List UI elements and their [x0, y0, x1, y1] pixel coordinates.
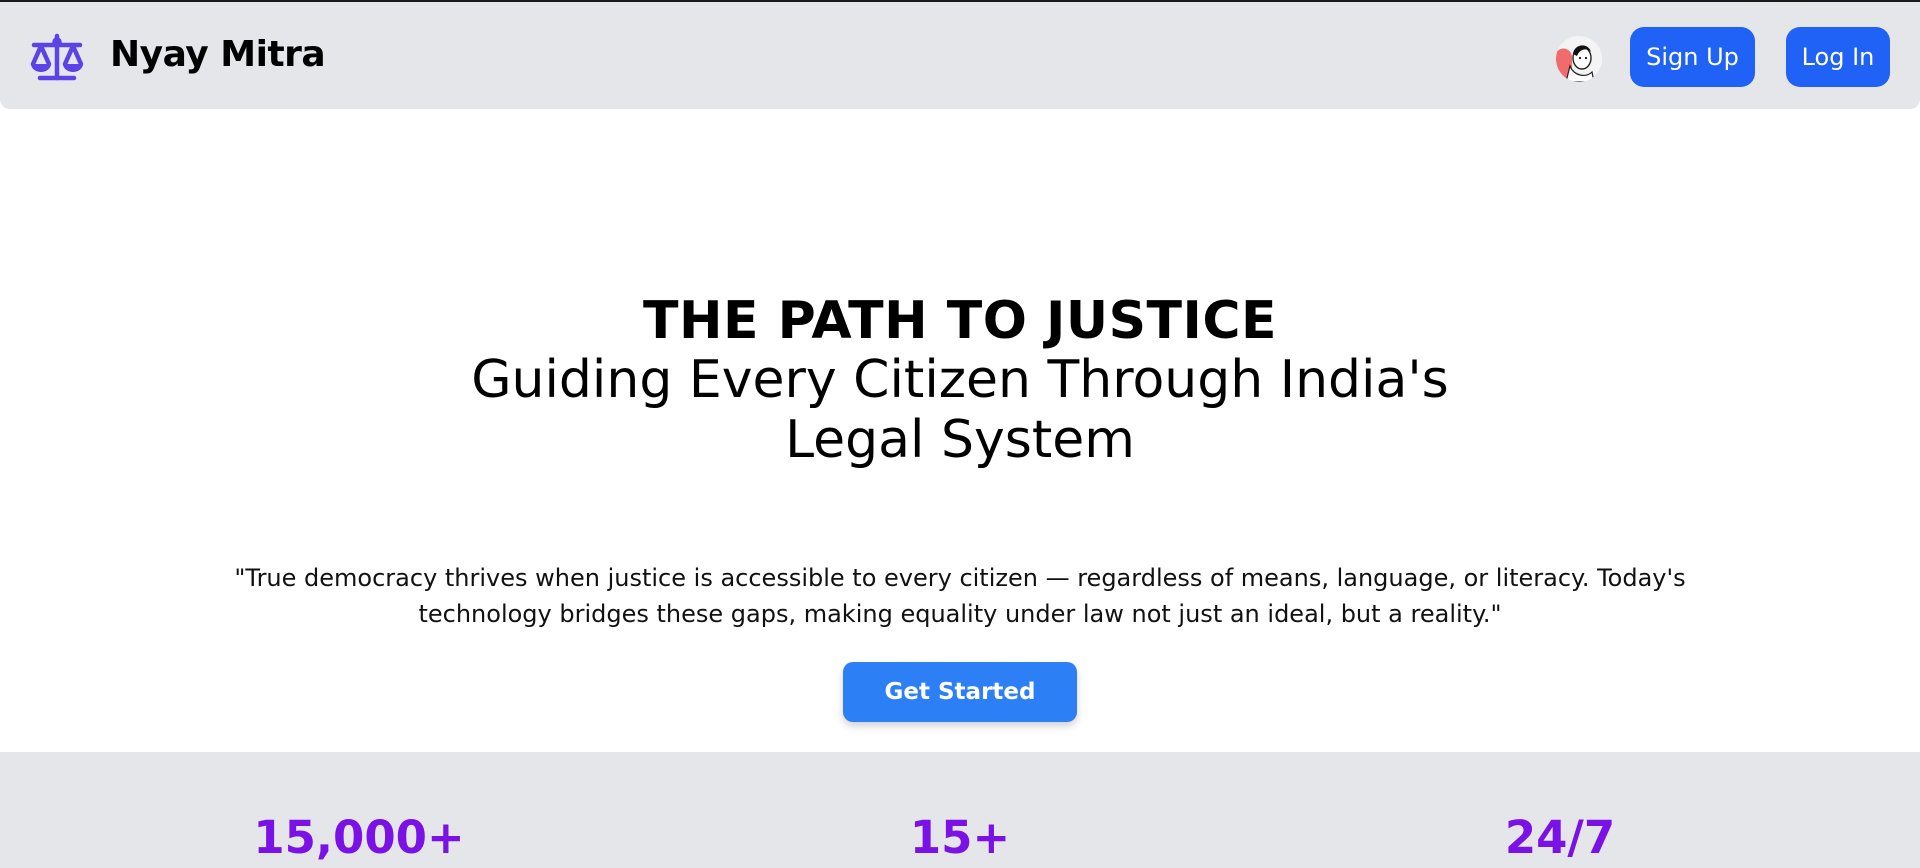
stat-value: 24/7: [1504, 811, 1616, 864]
stat-value: 15+: [909, 811, 1011, 864]
stat-value: 15,000+: [253, 811, 465, 864]
hero-title: THE PATH TO JUSTICE: [642, 291, 1278, 351]
navbar: Nyay Mitra Sign Up Log In: [0, 2, 1920, 109]
login-button[interactable]: Log In: [1786, 27, 1890, 87]
stats-section: 15,000+ 15+ 24/7: [0, 752, 1920, 868]
hero-quote: "True democracy thrives when justice is …: [234, 564, 1686, 628]
scales-of-justice-icon[interactable]: [28, 32, 86, 84]
brand-name[interactable]: Nyay Mitra: [110, 34, 326, 75]
signup-button[interactable]: Sign Up: [1630, 27, 1755, 87]
hero-subtitle: Guiding Every Citizen Through India's Le…: [471, 350, 1449, 470]
user-avatar[interactable]: [1556, 36, 1602, 82]
get-started-button[interactable]: Get Started: [843, 662, 1077, 722]
